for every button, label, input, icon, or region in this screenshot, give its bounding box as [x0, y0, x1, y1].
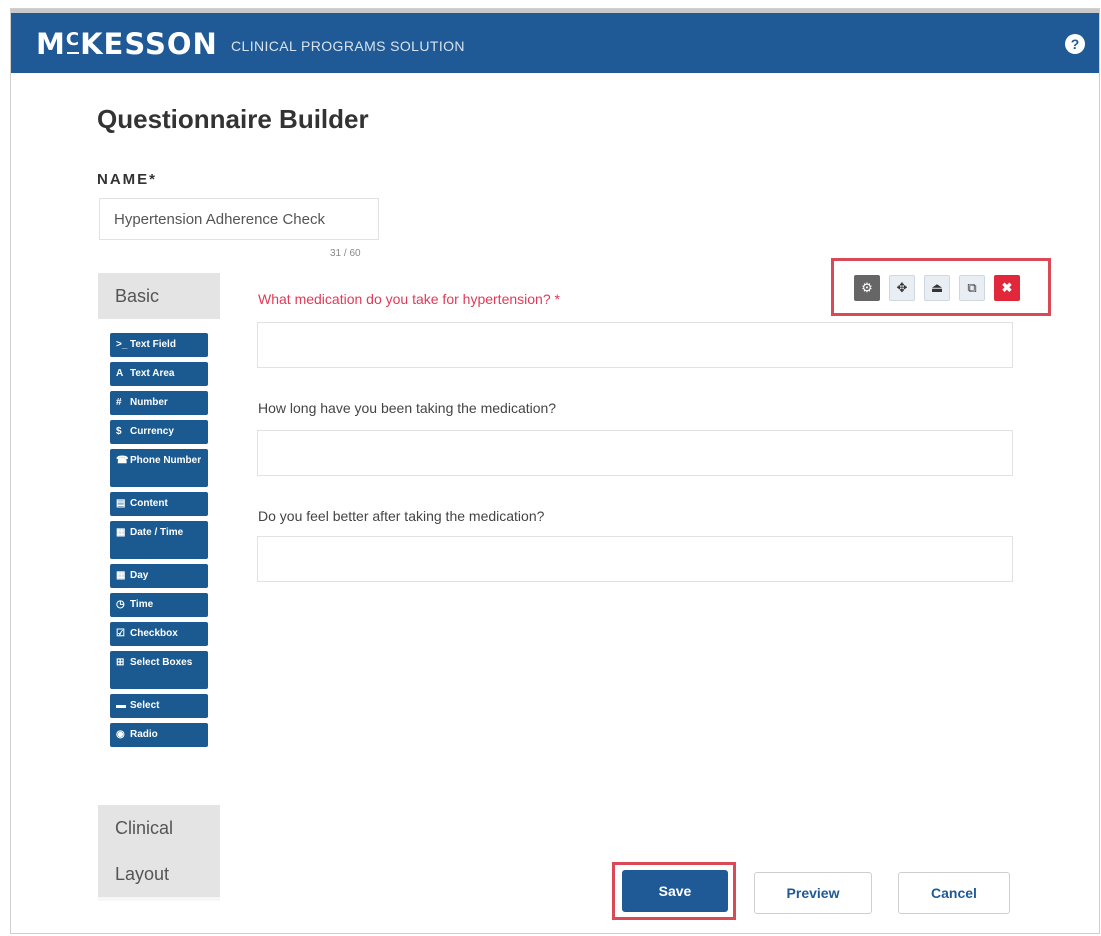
category-layout[interactable]: Layout — [98, 851, 220, 897]
component-list: >_ Text Field A Text Area # Number $ Currenc… — [98, 319, 220, 805]
question-input-medication[interactable] — [257, 322, 1013, 368]
char-count: 31 / 60 — [330, 248, 361, 259]
hash-icon: # — [116, 397, 122, 408]
list-icon: ▬ — [116, 700, 126, 711]
save-button[interactable]: Save — [622, 870, 728, 912]
component-select-boxes[interactable]: ⊞ Select Boxes — [110, 651, 208, 689]
component-time[interactable]: ◷ Time — [110, 593, 208, 617]
checkbox-icon: ☑ — [116, 628, 125, 639]
page-title: Questionnaire Builder — [97, 104, 369, 134]
help-icon[interactable]: ? — [1065, 34, 1085, 54]
preview-button[interactable]: Preview — [754, 872, 872, 914]
calendar-icon: ▦ — [116, 570, 126, 581]
component-toolbar-highlight: ⚙ ✥ ⏏ ⧉ ✖ — [831, 258, 1051, 316]
radio-icon: ◉ — [116, 729, 125, 740]
component-day[interactable]: ▦ Day — [110, 564, 208, 588]
font-icon: A — [116, 368, 124, 379]
component-phone-number[interactable]: ☎ Phone Number — [110, 449, 208, 487]
cancel-button[interactable]: Cancel — [898, 872, 1010, 914]
terminal-icon: >_ — [116, 339, 128, 350]
component-text-field[interactable]: >_ Text Field — [110, 333, 208, 357]
copy-icon[interactable]: ⧉ — [959, 275, 985, 301]
move-icon[interactable]: ✥ — [889, 275, 915, 301]
content-icon: ▤ — [116, 498, 126, 509]
question-label-medication: What medication do you take for hyperten… — [258, 291, 560, 307]
category-basic[interactable]: Basic — [98, 273, 220, 319]
remove-icon[interactable]: ✖ — [994, 275, 1020, 301]
category-clinical[interactable]: Clinical — [98, 805, 220, 851]
upload-icon[interactable]: ⏏ — [924, 275, 950, 301]
question-label-feel-better: Do you feel better after taking the medi… — [258, 508, 545, 524]
settings-icon[interactable]: ⚙ — [854, 275, 880, 301]
component-number[interactable]: # Number — [110, 391, 208, 415]
app-tagline: CLINICAL PROGRAMS SOLUTION — [231, 38, 465, 54]
component-sidebar: Basic >_ Text Field A Text Area # Number $ C… — [98, 273, 220, 901]
plus-square-icon: ⊞ — [116, 657, 125, 668]
name-label: NAME* — [97, 171, 158, 188]
mckesson-logo: MCKESSON — [36, 27, 218, 61]
component-checkbox[interactable]: ☑ Checkbox — [110, 622, 208, 646]
component-currency[interactable]: $ Currency — [110, 420, 208, 444]
name-input[interactable] — [99, 198, 379, 240]
dollar-icon: $ — [116, 426, 122, 437]
component-radio[interactable]: ◉ Radio — [110, 723, 208, 747]
component-text-area[interactable]: A Text Area — [110, 362, 208, 386]
calendar-icon: ▦ — [116, 527, 126, 538]
component-content[interactable]: ▤ Content — [110, 492, 208, 516]
question-label-duration: How long have you been taking the medica… — [258, 400, 557, 416]
question-input-feel-better[interactable] — [257, 536, 1013, 582]
phone-icon: ☎ — [116, 455, 129, 466]
clock-icon: ◷ — [116, 599, 125, 610]
component-select[interactable]: ▬ Select — [110, 694, 208, 718]
question-input-duration[interactable] — [257, 430, 1013, 476]
component-date-time[interactable]: ▦ Date / Time — [110, 521, 208, 559]
app-header: MCKESSON CLINICAL PROGRAMS SOLUTION ? — [11, 9, 1099, 73]
